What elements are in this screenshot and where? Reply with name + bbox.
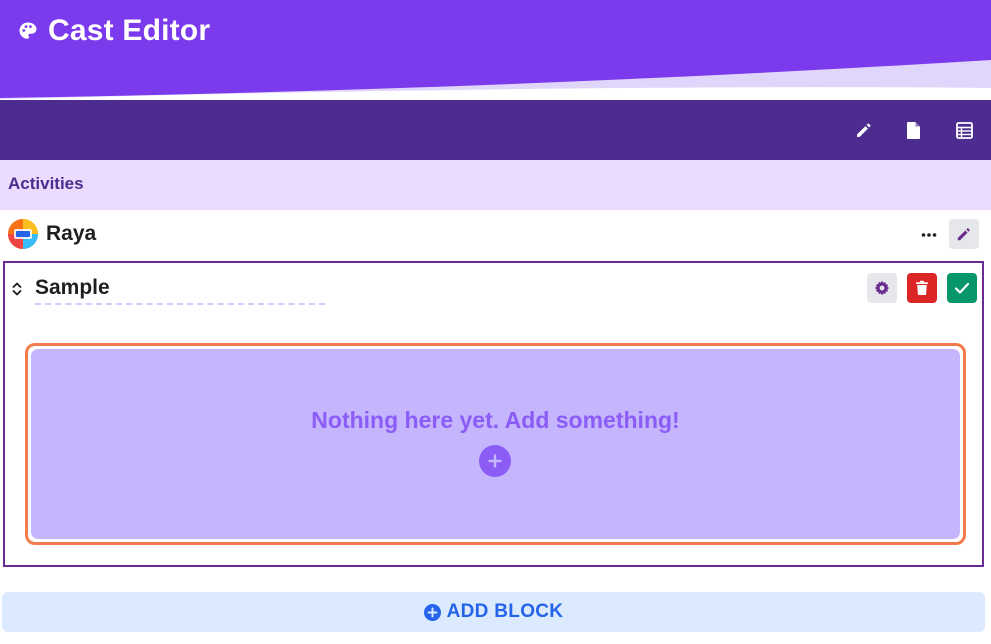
app-header: Cast Editor [0, 0, 991, 100]
add-block-label: ADD BLOCK [446, 601, 564, 622]
gear-icon [874, 280, 890, 296]
plus-circle-icon [423, 603, 441, 621]
activities-section-bar: Activities [0, 160, 991, 210]
pencil-icon [957, 228, 970, 241]
chevron-up-down-icon[interactable] [11, 280, 23, 298]
add-block-button[interactable]: ADD BLOCK [2, 592, 985, 632]
ellipsis-icon [921, 233, 937, 237]
edit-cast-button[interactable] [949, 219, 979, 249]
check-icon [954, 282, 970, 294]
plus-icon [488, 454, 502, 468]
empty-state-message: Nothing here yet. Add something! [311, 407, 680, 433]
confirm-activity-button[interactable] [947, 273, 977, 303]
activity-name-field[interactable]: Sample [35, 275, 325, 305]
activity-settings-button[interactable] [867, 273, 897, 303]
app-title-text: Cast Editor [48, 14, 211, 47]
section-title: Activities [8, 174, 84, 193]
raya-avatar [6, 217, 40, 251]
pencil-icon[interactable] [854, 120, 874, 140]
delete-activity-button[interactable] [907, 273, 937, 303]
cast-row: Raya [0, 210, 991, 260]
more-options-button[interactable] [916, 223, 942, 247]
trash-icon [916, 280, 928, 295]
cast-name: Raya [46, 222, 97, 245]
file-icon[interactable] [904, 120, 924, 140]
main-toolbar [0, 100, 991, 160]
palette-icon [19, 22, 37, 39]
block-dropzone[interactable]: Nothing here yet. Add something! [25, 343, 966, 545]
app-title: Cast Editor [18, 14, 210, 48]
add-item-button[interactable] [479, 445, 511, 477]
table-icon[interactable] [954, 120, 974, 140]
dropzone-inner: Nothing here yet. Add something! [31, 349, 960, 539]
activity-card: Sample Nothing here yet. Add something! [3, 261, 984, 567]
